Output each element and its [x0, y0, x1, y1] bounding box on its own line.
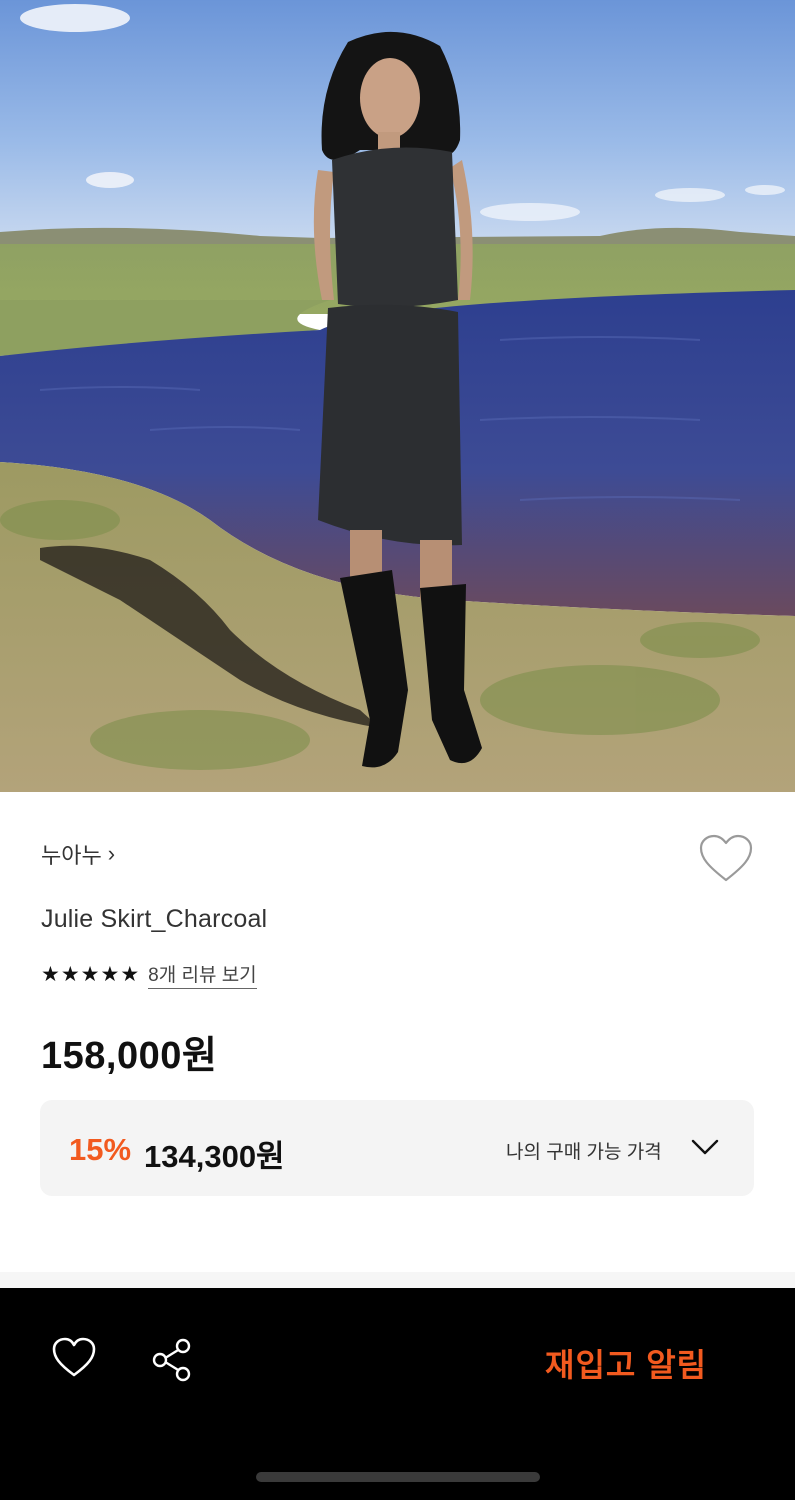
restock-alert-button[interactable]: 재입고 알림	[545, 1340, 707, 1386]
discount-price-box[interactable]: 15% 134,300원 나의 구매 가능 가격	[40, 1100, 754, 1196]
rating-row: ★ ★ ★ ★ ★ 8개 리뷰 보기	[41, 960, 257, 989]
wishlist-button[interactable]	[698, 834, 754, 884]
brand-link[interactable]: 누아누 ›	[41, 838, 115, 870]
star-icon: ★	[80, 963, 100, 986]
wishlist-bottom-button[interactable]	[51, 1337, 97, 1379]
product-name: Julie Skirt_Charcoal	[41, 905, 268, 933]
star-icon: ★	[100, 963, 120, 986]
share-button[interactable]	[150, 1336, 194, 1384]
star-icon: ★	[120, 963, 140, 986]
share-icon	[152, 1338, 191, 1382]
product-photo	[0, 0, 795, 792]
section-divider	[0, 1272, 795, 1288]
chevron-down-icon[interactable]	[690, 1136, 720, 1158]
brand-name: 누아누	[41, 843, 102, 868]
heart-outline-icon	[699, 834, 753, 882]
product-info: 누아누 › Julie Skirt_Charcoal ★ ★ ★ ★ ★ 8개 …	[0, 792, 795, 1272]
chevron-right-icon: ›	[107, 841, 116, 866]
bottom-action-bar: 재입고 알림	[0, 1288, 795, 1500]
product-image[interactable]	[0, 0, 795, 792]
heart-outline-icon	[52, 1337, 96, 1377]
star-icon: ★	[41, 963, 60, 986]
star-icon: ★	[60, 963, 80, 986]
review-link[interactable]: 8개 리뷰 보기	[148, 960, 257, 989]
discount-price: 134,300원	[144, 1139, 285, 1174]
discount-rate: 15%	[69, 1132, 132, 1167]
my-price-label: 나의 구매 가능 가격	[506, 1142, 662, 1163]
home-indicator	[256, 1472, 540, 1482]
product-price: 158,000원	[41, 1035, 218, 1077]
rating-stars: ★ ★ ★ ★ ★	[41, 964, 140, 985]
